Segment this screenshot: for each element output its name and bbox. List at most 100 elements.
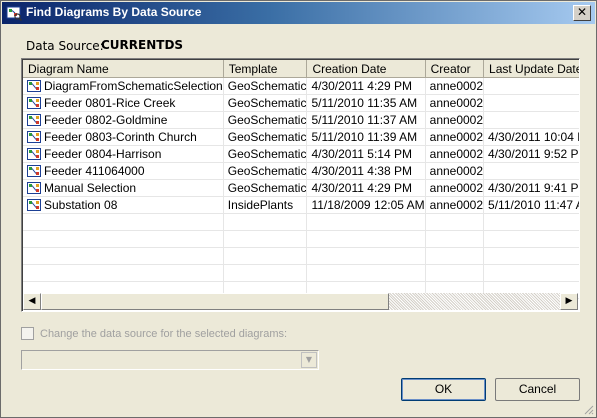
empty-cell	[425, 247, 485, 265]
diagram-name-cell-content: Feeder 0801-Rice Creek	[27, 96, 222, 110]
cell-last-update-date	[483, 162, 579, 180]
diagrams-table: Diagram Name Template Creation Date Crea…	[23, 60, 579, 299]
empty-cell	[223, 230, 308, 248]
table-row[interactable]: Substation 08 InsidePlants 11/18/2009 12:0…	[23, 196, 579, 214]
cell-template: GeoSchematic	[223, 94, 308, 112]
diagram-name-text: Feeder 0802-Goldmine	[44, 113, 168, 127]
scroll-right-button[interactable]: ▶	[560, 293, 578, 310]
cell-last-update-date: 4/30/2011 9:52 PM	[483, 145, 579, 163]
diagram-name-cell-content: Substation 08	[27, 198, 222, 212]
close-icon: ✕	[576, 5, 588, 19]
empty-row	[23, 213, 579, 231]
cell-creator: anne0002	[425, 77, 485, 95]
resize-grip-icon[interactable]	[582, 403, 594, 415]
cell-diagram-name: Feeder 0803-Corinth Church	[23, 128, 224, 146]
empty-cell	[483, 247, 579, 265]
cell-creation-date: 5/11/2010 11:37 AM	[306, 111, 426, 129]
table-row[interactable]: Feeder 0801-Rice Creek GeoSchematic 5/11/2…	[23, 94, 579, 112]
schematic-diagram-icon	[27, 148, 41, 160]
empty-cell	[425, 264, 485, 282]
empty-cell	[306, 213, 426, 231]
empty-cell	[223, 264, 308, 282]
diagram-name-cell-content: Feeder 0802-Goldmine	[27, 113, 222, 127]
empty-cell	[23, 264, 224, 282]
close-button[interactable]: ✕	[573, 5, 591, 21]
diagram-name-text: Feeder 0804-Harrison	[44, 147, 162, 161]
column-header-template[interactable]: Template	[223, 60, 308, 78]
empty-row	[23, 230, 579, 248]
window-title: Find Diagrams By Data Source	[26, 5, 202, 19]
table-row[interactable]: Feeder 0804-Harrison GeoSchematic 4/30/201…	[23, 145, 579, 163]
empty-cell	[306, 264, 426, 282]
column-header-diagram-name[interactable]: Diagram Name	[23, 60, 224, 78]
cell-diagram-name: Feeder 0804-Harrison	[23, 145, 224, 163]
cell-creator: anne0002	[425, 94, 485, 112]
table-row[interactable]: DiagramFromSchematicSelection GeoSchemati…	[23, 77, 579, 95]
diagram-name-text: DiagramFromSchematicSelection	[44, 79, 223, 93]
diagram-name-text: Feeder 411064000	[44, 164, 145, 178]
schematic-diagram-icon	[27, 131, 41, 143]
scrollbar-track[interactable]	[389, 293, 560, 310]
cell-creation-date: 4/30/2011 4:29 PM	[306, 179, 426, 197]
cell-template: GeoSchematic	[223, 111, 308, 129]
cell-creation-date: 4/30/2011 4:29 PM	[306, 77, 426, 95]
diagram-name-text: Feeder 0801-Rice Creek	[44, 96, 176, 110]
horizontal-scrollbar[interactable]: ◀ ▶	[23, 293, 578, 310]
scrollbar-thumb[interactable]	[41, 293, 389, 310]
schematic-diagram-icon	[27, 80, 41, 92]
cell-diagram-name: DiagramFromSchematicSelection	[23, 77, 224, 95]
cell-creator: anne0002	[425, 111, 485, 129]
cell-diagram-name: Substation 08	[23, 196, 224, 214]
combo-dropdown-button[interactable]: ▼	[301, 352, 317, 368]
find-diagrams-dialog: Find Diagrams By Data Source ✕ Data Sour…	[0, 0, 597, 418]
cell-diagram-name: Feeder 0802-Goldmine	[23, 111, 224, 129]
empty-row	[23, 247, 579, 265]
diagram-name-text: Substation 08	[44, 198, 118, 212]
change-source-option: Change the data source for the selected …	[21, 327, 287, 340]
data-source-label: Data Source:	[26, 39, 104, 53]
table-row[interactable]: Manual Selection GeoSchematic 4/30/2011 4:…	[23, 179, 579, 197]
change-source-checkbox[interactable]	[21, 327, 34, 340]
schematic-diagram-icon	[27, 165, 41, 177]
cell-creation-date: 4/30/2011 5:14 PM	[306, 145, 426, 163]
cancel-button[interactable]: Cancel	[495, 378, 580, 401]
cell-last-update-date: 4/30/2011 9:41 PM	[483, 179, 579, 197]
diagrams-grid[interactable]: Diagram Name Template Creation Date Crea…	[21, 58, 580, 312]
cell-last-update-date	[483, 111, 579, 129]
diagram-name-cell-content: DiagramFromSchematicSelection	[27, 79, 223, 93]
column-header-creator[interactable]: Creator	[425, 60, 485, 78]
scroll-left-button[interactable]: ◀	[23, 293, 41, 310]
table-row[interactable]: Feeder 0802-Goldmine GeoSchematic 5/11/201…	[23, 111, 579, 129]
diagram-name-text: Feeder 0803-Corinth Church	[44, 130, 197, 144]
column-header-creation-date[interactable]: Creation Date	[306, 60, 426, 78]
diagram-name-cell-content: Manual Selection	[27, 181, 222, 195]
empty-row	[23, 264, 579, 282]
diagram-name-cell-content: Feeder 411064000	[27, 164, 222, 178]
new-data-source-combo[interactable]: ▼	[21, 350, 319, 370]
cell-diagram-name: Manual Selection	[23, 179, 224, 197]
chevron-down-icon: ▼	[305, 355, 313, 364]
empty-cell	[223, 247, 308, 265]
cell-diagram-name: Feeder 0801-Rice Creek	[23, 94, 224, 112]
cell-diagram-name: Feeder 411064000	[23, 162, 224, 180]
change-source-label: Change the data source for the selected …	[40, 327, 288, 340]
cell-template: GeoSchematic	[223, 162, 308, 180]
data-source-value: CURRENTDS	[101, 38, 184, 52]
schematic-diagram-icon	[27, 182, 41, 194]
table-row[interactable]: Feeder 411064000 GeoSchematic 4/30/2011 4:…	[23, 162, 579, 180]
cell-creator: anne0002	[425, 145, 485, 163]
cell-creator: anne0002	[425, 162, 485, 180]
table-row[interactable]: Feeder 0803-Corinth Church GeoSchematic 5/…	[23, 128, 579, 146]
title-bar[interactable]: Find Diagrams By Data Source ✕	[2, 2, 595, 24]
column-header-last-update-date[interactable]: Last Update Date	[483, 60, 579, 78]
arrow-right-icon: ▶	[565, 296, 573, 306]
cell-creator: anne0002	[425, 128, 485, 146]
cell-creation-date: 5/11/2010 11:39 AM	[306, 128, 426, 146]
diagram-name-cell-content: Feeder 0803-Corinth Church	[27, 130, 222, 144]
find-diagrams-app-icon	[6, 6, 22, 21]
schematic-diagram-icon	[27, 97, 41, 109]
empty-cell	[425, 230, 485, 248]
empty-cell	[306, 230, 426, 248]
grid-body: DiagramFromSchematicSelection GeoSchemati…	[23, 77, 579, 299]
ok-button[interactable]: OK	[401, 378, 486, 401]
